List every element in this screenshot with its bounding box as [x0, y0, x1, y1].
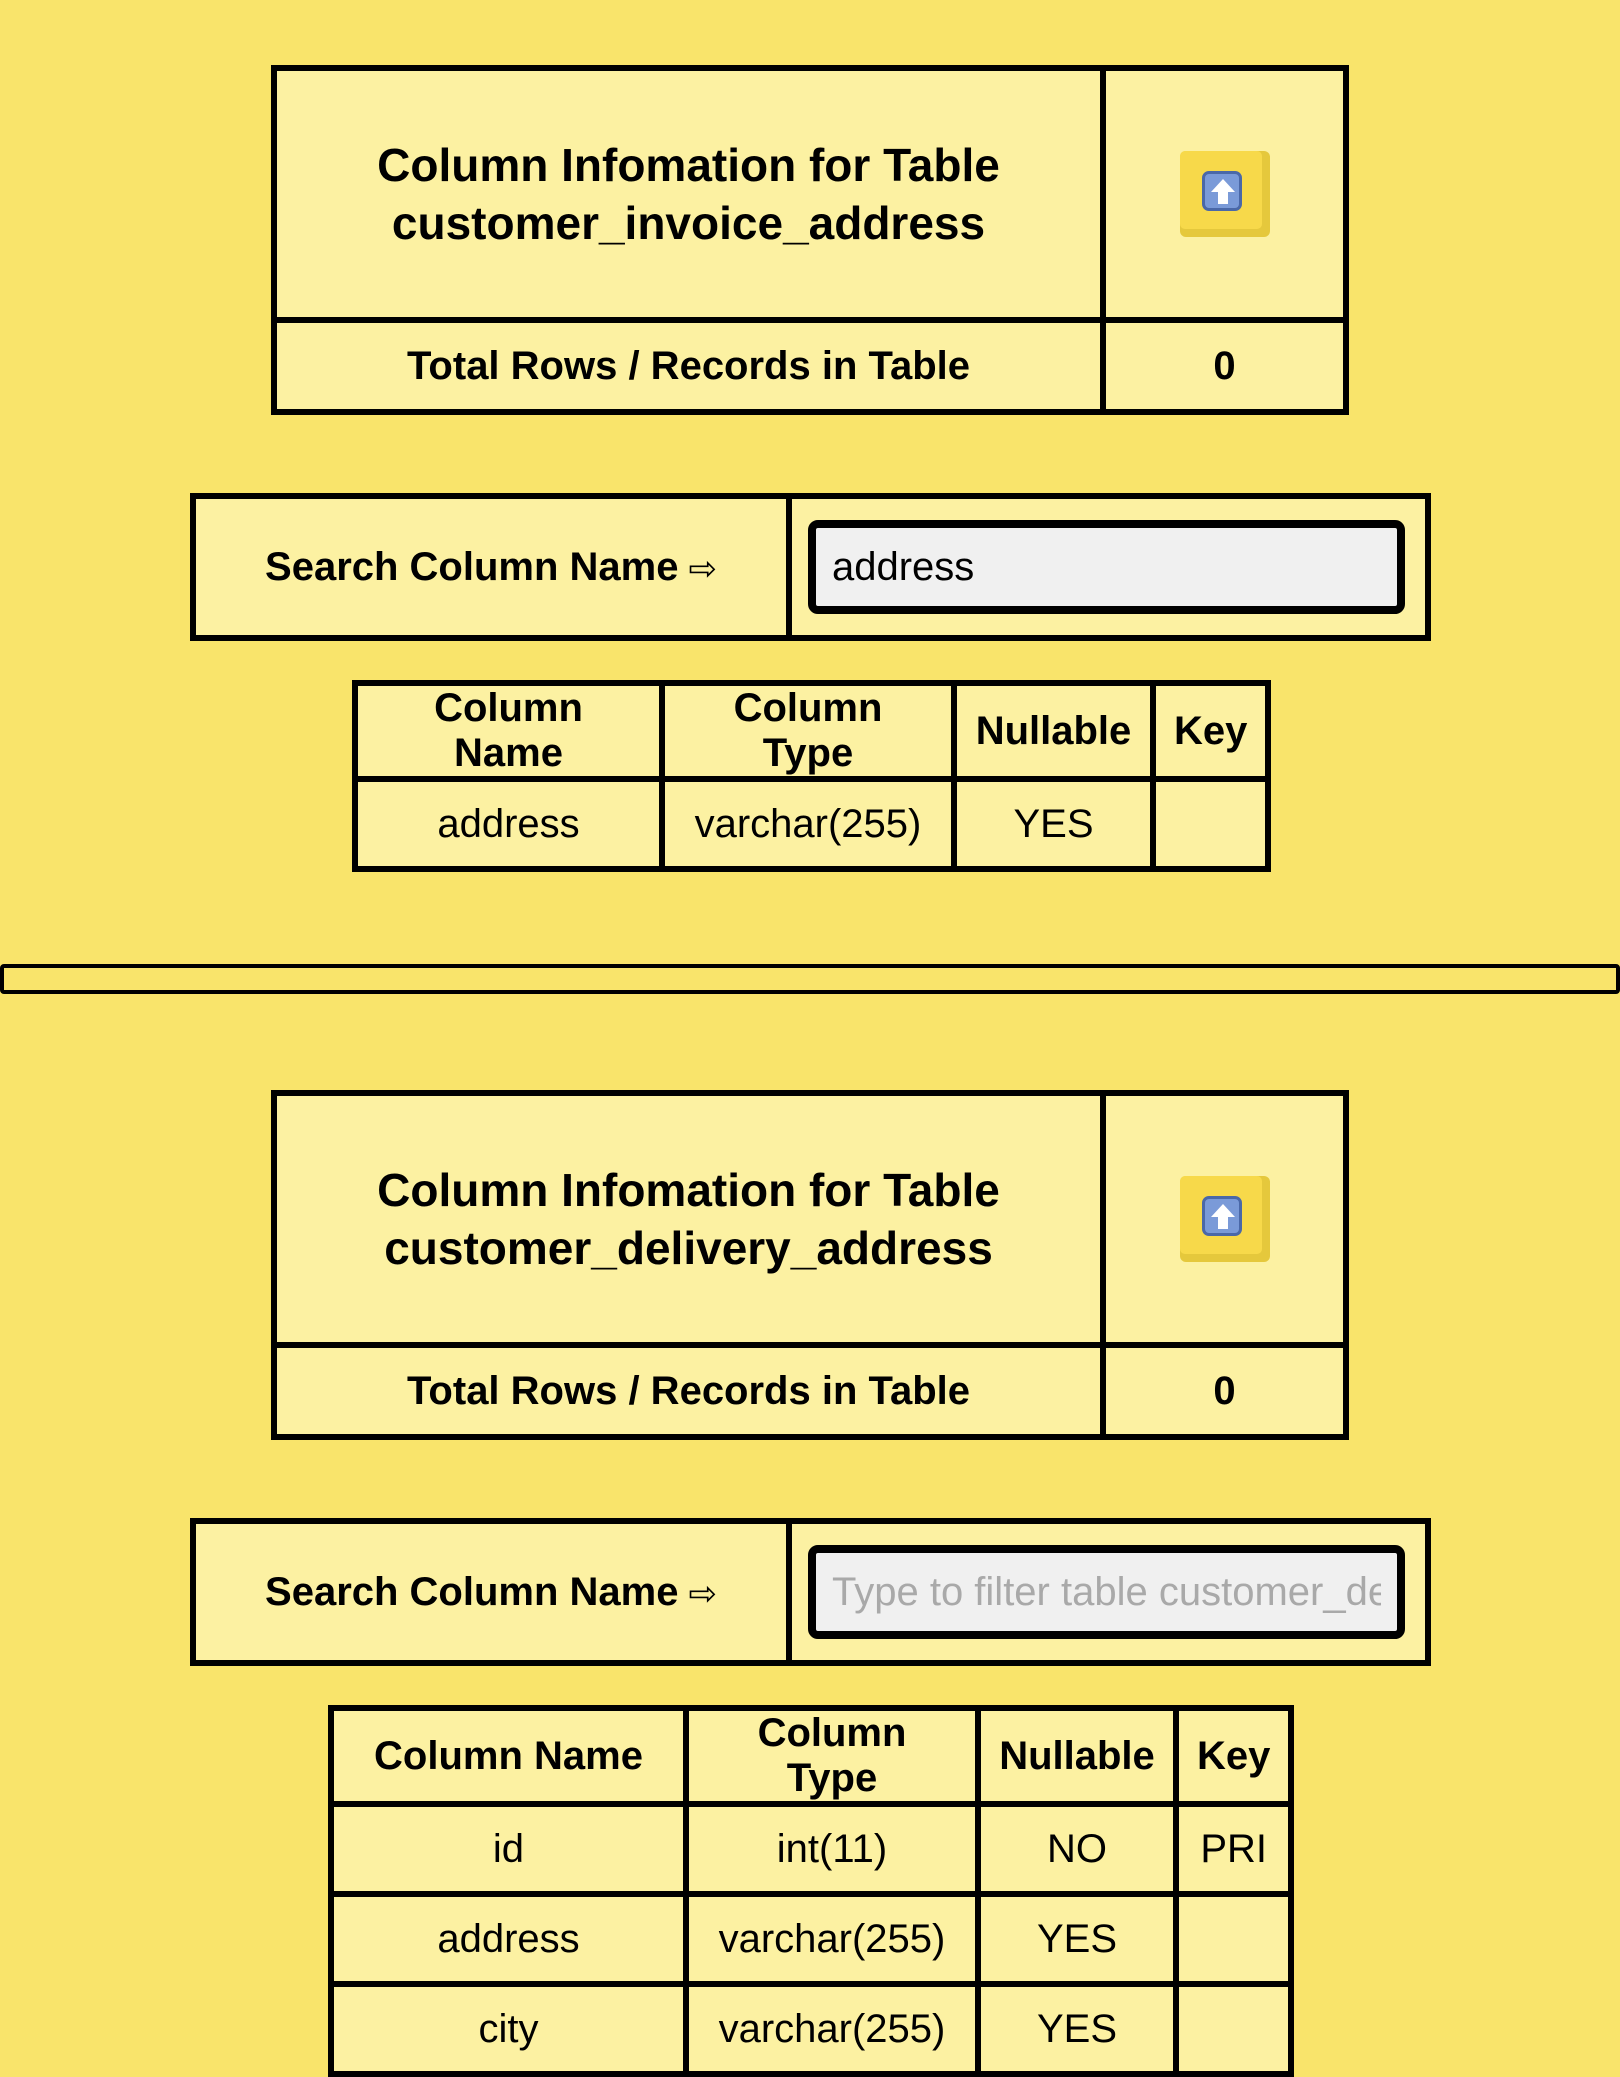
table-title: Column Infomation for Table customer_inv…	[271, 65, 1106, 323]
scroll-top-cell	[1100, 65, 1349, 323]
table-info-customer-delivery-address: Column Infomation for Table customer_del…	[271, 1090, 1349, 1440]
table-title-prefix: Column Infomation for Table	[377, 1164, 1000, 1216]
search-column-label: Search Column Name ⇨	[190, 493, 792, 641]
table-title-name: customer_invoice_address	[391, 197, 986, 249]
header-column-type: Column Type	[683, 1705, 981, 1807]
search-column-label: Search Column Name ⇨	[190, 1518, 792, 1666]
cell-column-name: city	[328, 1981, 689, 2077]
header-key: Key	[1149, 680, 1272, 782]
table-row: id int(11) NO PRI	[328, 1801, 1295, 1897]
right-arrow-icon: ⇨	[688, 1574, 717, 1613]
header-nullable: Nullable	[975, 1705, 1179, 1807]
search-bar-customer-invoice-address: Search Column Name ⇨	[190, 493, 1431, 641]
cell-key	[1172, 1891, 1295, 1987]
header-nullable: Nullable	[951, 680, 1156, 782]
up-arrow-icon	[1201, 1196, 1242, 1236]
cell-nullable: NO	[975, 1801, 1179, 1897]
cell-column-type: varchar(255)	[659, 776, 957, 872]
header-key: Key	[1172, 1705, 1295, 1807]
table-title: Column Infomation for Table customer_del…	[271, 1090, 1106, 1348]
search-bar-customer-delivery-address: Search Column Name ⇨	[190, 1518, 1431, 1666]
cell-column-name: address	[328, 1891, 689, 1987]
header-column-name: Column Name	[352, 680, 665, 782]
up-arrow-icon	[1201, 171, 1242, 211]
columns-table-customer-delivery-address: Column Name Column Type Nullable Key id …	[328, 1705, 1295, 2077]
total-rows-value: 0	[1100, 1342, 1349, 1440]
right-arrow-icon: ⇨	[688, 549, 717, 588]
scroll-to-top-button[interactable]	[1179, 151, 1270, 237]
cell-column-name: address	[352, 776, 665, 872]
columns-table-customer-invoice-address: Column Name Column Type Nullable Key add…	[352, 680, 1272, 872]
cell-key	[1172, 1981, 1295, 2077]
cell-nullable: YES	[951, 776, 1156, 872]
table-title-prefix: Column Infomation for Table	[377, 139, 1000, 191]
header-column-type: Column Type	[659, 680, 957, 782]
total-rows-label: Total Rows / Records in Table	[271, 317, 1106, 415]
search-column-input[interactable]	[808, 1545, 1405, 1639]
table-title-name: customer_delivery_address	[384, 1222, 993, 1274]
cell-column-type: int(11)	[683, 1801, 981, 1897]
table-header-row: Column Name Column Type Nullable Key	[352, 680, 1272, 782]
cell-column-type: varchar(255)	[683, 1891, 981, 1987]
cell-key	[1149, 776, 1272, 872]
cell-key: PRI	[1172, 1801, 1295, 1897]
section-divider	[0, 964, 1620, 994]
scroll-top-cell	[1100, 1090, 1349, 1348]
scroll-to-top-button[interactable]	[1179, 1176, 1270, 1262]
header-column-name: Column Name	[328, 1705, 689, 1807]
table-row: city varchar(255) YES	[328, 1981, 1295, 2077]
search-column-input[interactable]	[808, 520, 1405, 614]
table-header-row: Column Name Column Type Nullable Key	[328, 1705, 1295, 1807]
cell-column-name: id	[328, 1801, 689, 1897]
total-rows-value: 0	[1100, 317, 1349, 415]
table-row: address varchar(255) YES	[328, 1891, 1295, 1987]
table-row: address varchar(255) YES	[352, 776, 1272, 872]
cell-column-type: varchar(255)	[683, 1981, 981, 2077]
cell-nullable: YES	[975, 1891, 1179, 1987]
table-info-customer-invoice-address: Column Infomation for Table customer_inv…	[271, 65, 1349, 415]
cell-nullable: YES	[975, 1981, 1179, 2077]
total-rows-label: Total Rows / Records in Table	[271, 1342, 1106, 1440]
